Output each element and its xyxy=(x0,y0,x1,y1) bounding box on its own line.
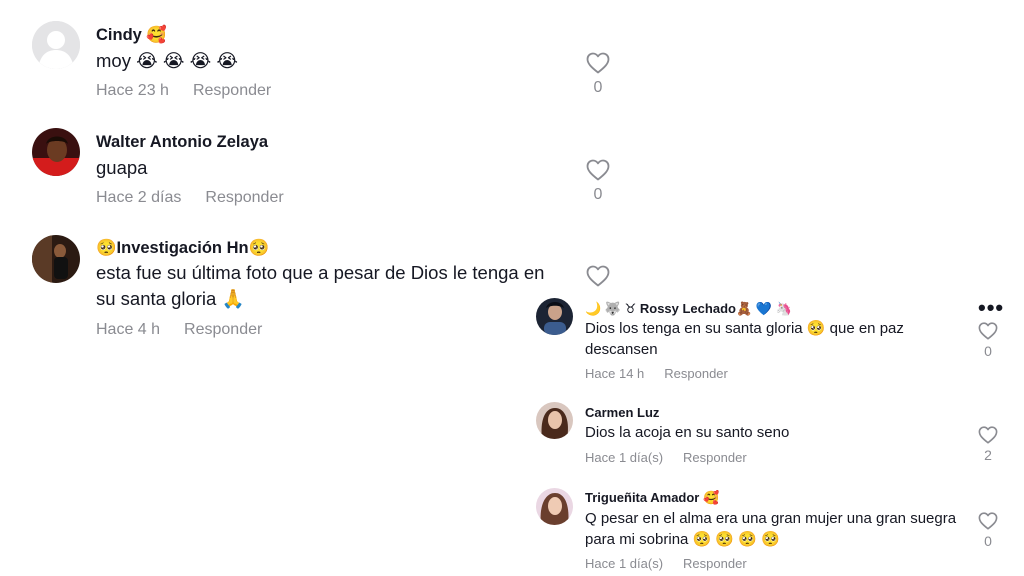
user-photo-icon xyxy=(536,402,573,439)
like-button[interactable]: 0 xyxy=(977,512,999,549)
default-avatar-icon xyxy=(32,21,80,69)
reply-button[interactable]: Responder xyxy=(683,556,747,571)
comment-author[interactable]: 🥺Investigación Hn🥺 xyxy=(96,239,269,258)
reply-button[interactable]: Responder xyxy=(205,189,283,206)
avatar[interactable] xyxy=(536,298,573,335)
reply-text: Q pesar en el alma era una gran mujer un… xyxy=(585,510,957,548)
like-count: 0 xyxy=(593,186,603,203)
heart-outline-icon[interactable] xyxy=(586,265,610,287)
avatar[interactable] xyxy=(32,21,80,69)
comment-timestamp: Hace 23 h xyxy=(96,82,169,99)
avatar[interactable] xyxy=(536,488,573,525)
user-photo-icon xyxy=(536,298,573,335)
comment-text: esta fue su última foto que a pesar de D… xyxy=(96,262,545,309)
reply-timestamp: Hace 1 día(s) xyxy=(585,556,664,571)
comment-author[interactable]: Walter Antonio Zelaya xyxy=(96,133,268,152)
like-count: 0 xyxy=(593,79,603,96)
reply-button[interactable]: Responder xyxy=(184,321,262,338)
reply-button[interactable]: Responder xyxy=(193,82,271,99)
like-button[interactable]: 0 xyxy=(585,159,611,204)
comment-timestamp: Hace 2 días xyxy=(96,189,182,206)
like-button[interactable]: 2 xyxy=(977,426,999,463)
reply-author[interactable]: Carmen Luz xyxy=(585,405,659,420)
reply-button[interactable]: Responder xyxy=(664,366,728,381)
reply-meta: Hace 1 día(s) Responder xyxy=(585,450,747,465)
reply-author[interactable]: 🌙 🐺 ♉ Rossy Lechado🧸 💙 🦄 xyxy=(585,301,792,317)
reply-timestamp: Hace 1 día(s) xyxy=(585,450,664,465)
heart-outline-icon[interactable] xyxy=(978,512,998,530)
like-button[interactable]: 0 xyxy=(977,322,999,359)
comment-meta: Hace 2 días Responder xyxy=(96,189,284,207)
more-options-icon[interactable]: ••• xyxy=(978,297,1004,319)
reply-button[interactable]: Responder xyxy=(683,450,747,465)
reply-text: Dios la acoja en su santo seno xyxy=(585,424,790,441)
reply-meta: Hace 14 h Responder xyxy=(585,366,728,381)
comment-text: guapa xyxy=(96,157,148,178)
heart-outline-icon[interactable] xyxy=(978,322,998,340)
like-button[interactable] xyxy=(585,265,611,287)
heart-outline-icon[interactable] xyxy=(978,426,998,444)
comment-meta: Hace 23 h Responder xyxy=(96,82,271,100)
avatar[interactable] xyxy=(32,128,80,176)
avatar[interactable] xyxy=(536,402,573,439)
like-count: 2 xyxy=(984,447,992,463)
like-count: 0 xyxy=(984,343,992,359)
avatar[interactable] xyxy=(32,235,80,283)
heart-outline-icon[interactable] xyxy=(586,52,610,74)
like-count: 0 xyxy=(984,533,992,549)
heart-outline-icon[interactable] xyxy=(586,159,610,181)
comment-text: moy 😭 😭 😭 😭 xyxy=(96,50,238,71)
user-photo-icon xyxy=(32,128,80,176)
reply-author[interactable]: Trigueñita Amador 🥰 xyxy=(585,490,719,506)
reply-meta: Hace 1 día(s) Responder xyxy=(585,556,747,571)
comment-author[interactable]: Cindy 🥰 xyxy=(96,26,167,45)
user-photo-icon xyxy=(32,235,80,283)
comment-meta: Hace 4 h Responder xyxy=(96,321,262,339)
comment-timestamp: Hace 4 h xyxy=(96,321,161,338)
like-button[interactable]: 0 xyxy=(585,52,611,97)
user-photo-icon xyxy=(536,488,573,525)
reply-text: Dios los tenga en su santa gloria 🥺 que … xyxy=(585,320,904,358)
reply-timestamp: Hace 14 h xyxy=(585,366,645,381)
